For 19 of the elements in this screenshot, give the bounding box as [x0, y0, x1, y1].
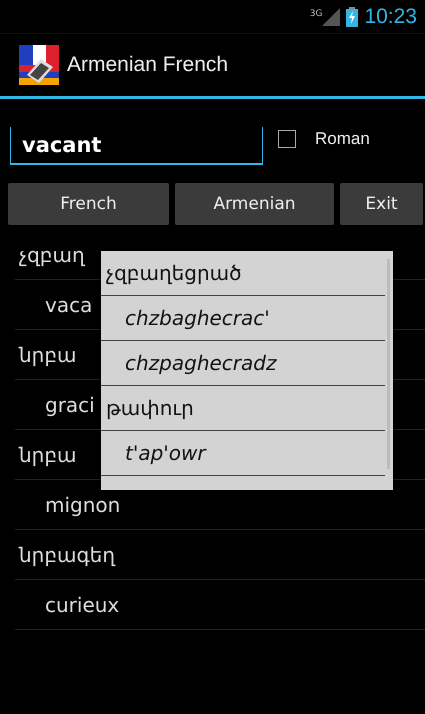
word-row[interactable]: curieux [15, 580, 425, 630]
word-row[interactable]: նրբագեղ [15, 530, 425, 580]
search-field[interactable]: vacant [10, 127, 263, 165]
app-icon [19, 45, 59, 85]
suggestion-item[interactable]: t'ap'owr [101, 431, 385, 476]
clock: 10:23 [364, 4, 417, 28]
suggestion-item[interactable]: chzpaghecradz [101, 341, 385, 386]
suggestion-item[interactable]: թափուր [101, 386, 385, 431]
roman-label: Roman [315, 129, 370, 149]
suggestion-item[interactable]: չզբաղեցրած [101, 251, 385, 296]
signal-icon [322, 8, 340, 26]
exit-button[interactable]: Exit [340, 183, 423, 225]
french-button[interactable]: French [8, 183, 169, 225]
battery-icon [346, 6, 358, 26]
app-title: Armenian French [67, 53, 228, 77]
network-label: 3G [310, 9, 322, 19]
armenian-button[interactable]: Armenian [175, 183, 334, 225]
suggestion-item[interactable]: chzbaghecrac' [101, 296, 385, 341]
roman-checkbox[interactable] [278, 130, 296, 148]
